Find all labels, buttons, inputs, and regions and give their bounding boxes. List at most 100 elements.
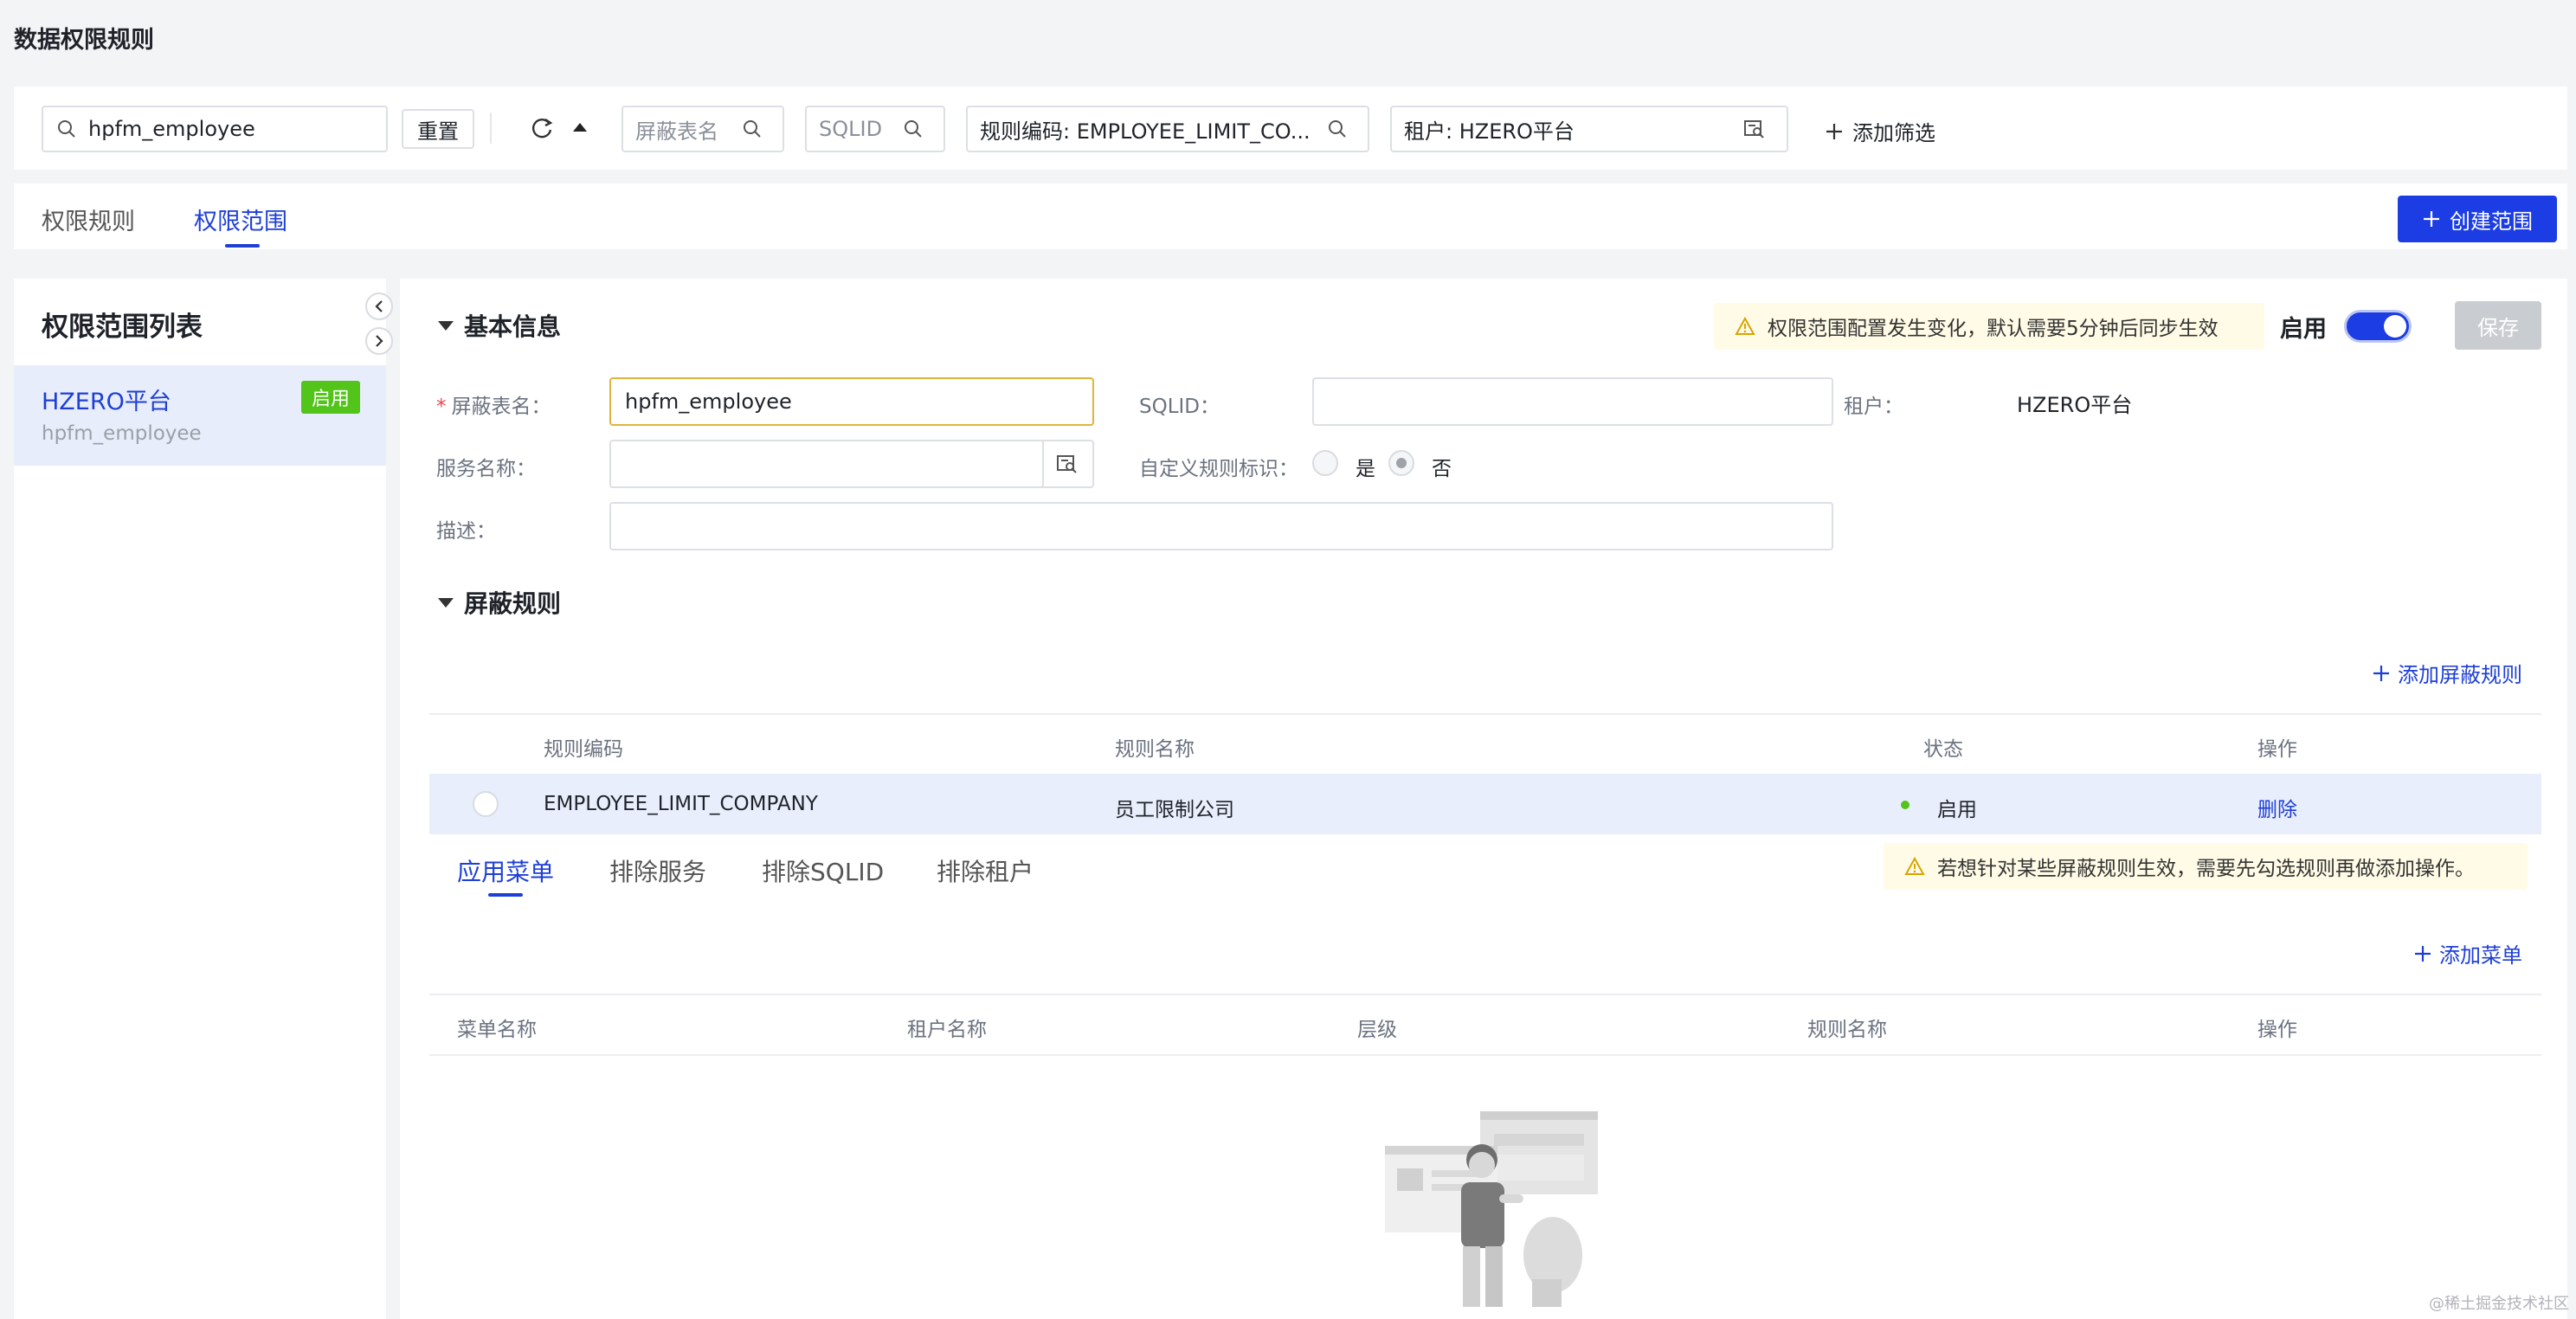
add-mask-rule-button[interactable]: 添加屏蔽规则 <box>2372 658 2522 688</box>
search-input[interactable]: hpfm_employee <box>42 106 388 152</box>
create-scope-label: 创建范围 <box>2450 209 2533 234</box>
add-filter-button[interactable]: 添加筛选 <box>1825 116 1935 146</box>
collapse-up-icon[interactable] <box>571 119 589 133</box>
active-subtab-indicator <box>488 893 523 897</box>
config-warning-text: 权限范围配置发生变化，默认需要5分钟后同步生效 <box>1768 318 2219 340</box>
radio-yes-label: 是 <box>1356 458 1375 480</box>
column-header-action: 操作 <box>2257 1019 2297 1041</box>
search-icon <box>743 119 762 138</box>
chevron-right-icon <box>373 334 385 348</box>
scope-list-title: 权限范围列表 <box>42 312 203 343</box>
rule-code-filter-value: 规则编码: EMPLOYEE_LIMIT_CO... <box>980 119 1311 144</box>
sqlid-input[interactable] <box>1312 377 1833 426</box>
enable-label: 启用 <box>2280 316 2327 343</box>
description-label: 描述： <box>436 520 496 543</box>
custom-rule-label: 自定义规则标识： <box>1139 458 1298 480</box>
tenant-value: HZERO平台 <box>2017 393 2133 417</box>
status-dot <box>1901 801 1909 809</box>
config-warning: 权限范围配置发生变化，默认需要5分钟后同步生效 <box>1714 303 2264 350</box>
subtab-exclude-sqlid[interactable]: 排除SQLID <box>762 853 884 888</box>
save-button[interactable]: 保存 <box>2455 301 2541 350</box>
plus-icon <box>1825 122 1844 141</box>
delete-link[interactable]: 删除 <box>2257 793 2297 822</box>
search-icon <box>57 119 76 138</box>
description-input[interactable] <box>609 502 1833 550</box>
rule-code-filter[interactable]: 规则编码: EMPLOYEE_LIMIT_CO... <box>966 106 1369 152</box>
row-select-radio[interactable] <box>473 791 499 817</box>
divider <box>429 1054 2541 1056</box>
tenant-filter-value: 租户: HZERO平台 <box>1404 119 1575 144</box>
table-name-label: * 屏蔽表名： <box>436 396 551 418</box>
subtab-exclude-service[interactable]: 排除服务 <box>609 853 706 888</box>
empty-state-illustration <box>1385 1111 1598 1307</box>
column-header-rule-name: 规则名称 <box>1115 738 1195 761</box>
divider <box>429 713 2541 715</box>
plus-icon <box>2413 944 2432 963</box>
refresh-icon[interactable] <box>530 116 554 140</box>
add-mask-rule-label: 添加屏蔽规则 <box>2398 663 2522 687</box>
table-name-filter-placeholder: 屏蔽表名 <box>635 119 718 144</box>
warning-icon <box>1904 857 1925 876</box>
scope-detail-panel: 基本信息 权限范围配置发生变化，默认需要5分钟后同步生效 启用 保存 * 屏蔽表名… <box>400 279 2567 1319</box>
tab-permission-rules[interactable]: 权限规则 <box>42 203 135 236</box>
scope-list-panel: 权限范围列表 HZERO平台 hpfm_employee 启用 <box>14 279 386 1319</box>
basic-info-title: 基本信息 <box>464 312 562 341</box>
plus-icon <box>2422 209 2441 228</box>
mask-rules-header[interactable]: 屏蔽规则 <box>438 585 561 620</box>
tab-permission-scope[interactable]: 权限范围 <box>194 203 287 236</box>
filter-bar: hpfm_employee 重置 屏蔽表名 SQLID 规则编码: EMPLOY… <box>14 87 2567 170</box>
search-icon <box>904 119 923 138</box>
rule-name-cell: 员工限制公司 <box>1115 799 1234 821</box>
chevron-left-icon <box>373 299 385 313</box>
caret-down-icon <box>438 597 454 608</box>
scope-item-sub: hpfm_employee <box>42 422 202 445</box>
basic-info-header[interactable]: 基本信息 <box>438 308 561 343</box>
expand-right-button[interactable] <box>365 327 393 355</box>
column-header-tenant-name: 租户名称 <box>907 1019 987 1041</box>
status-badge: 启用 <box>301 381 360 414</box>
active-tab-indicator <box>225 244 260 248</box>
scope-list-item[interactable]: HZERO平台 hpfm_employee 启用 <box>14 365 386 466</box>
sqlid-filter-placeholder: SQLID <box>819 117 883 141</box>
radio-no[interactable] <box>1388 450 1414 476</box>
reset-button[interactable]: 重置 <box>402 109 474 149</box>
tabs-bar: 权限规则 权限范围 创建范围 <box>14 183 2567 249</box>
lookup-icon <box>1056 454 1079 474</box>
caret-down-icon <box>438 320 454 331</box>
service-name-input[interactable] <box>609 440 1044 488</box>
tenant-filter[interactable]: 租户: HZERO平台 <box>1390 106 1788 152</box>
sqlid-label: SQLID： <box>1139 396 1220 418</box>
search-input-value: hpfm_employee <box>88 117 255 141</box>
divider <box>490 113 492 144</box>
add-filter-label: 添加筛选 <box>1852 121 1935 145</box>
collapse-left-button[interactable] <box>365 293 393 320</box>
watermark: @稀土掘金技术社区 <box>2429 1295 2569 1313</box>
scope-item-name: HZERO平台 <box>42 389 171 415</box>
status-cell: 启用 <box>1937 799 1977 821</box>
column-header-status: 状态 <box>1923 738 1963 761</box>
enable-switch[interactable] <box>2344 310 2412 343</box>
mask-rules-title: 屏蔽规则 <box>464 589 562 618</box>
plus-icon <box>2372 664 2391 683</box>
table-name-input-value: hpfm_employee <box>625 389 792 414</box>
add-menu-button[interactable]: 添加菜单 <box>2413 938 2522 968</box>
table-row[interactable]: EMPLOYEE_LIMIT_COMPANY 员工限制公司 启用 删除 <box>429 774 2541 834</box>
column-header-action: 操作 <box>2257 738 2297 761</box>
radio-yes[interactable] <box>1312 450 1338 476</box>
page-title: 数据权限规则 <box>14 27 154 54</box>
select-rule-warning-text: 若想针对某些屏蔽规则生效，需要先勾选规则再做添加操作。 <box>1937 858 2475 880</box>
radio-no-label: 否 <box>1432 458 1452 480</box>
divider <box>429 994 2541 995</box>
create-scope-button[interactable]: 创建范围 <box>2398 196 2557 242</box>
rule-code-cell: EMPLOYEE_LIMIT_COMPANY <box>544 793 818 815</box>
column-header-level: 层级 <box>1357 1019 1397 1041</box>
service-lookup-button[interactable] <box>1042 440 1094 488</box>
subtab-exclude-tenant[interactable]: 排除租户 <box>937 853 1034 888</box>
add-menu-label: 添加菜单 <box>2439 943 2522 968</box>
table-name-filter[interactable]: 屏蔽表名 <box>621 106 784 152</box>
table-name-input[interactable]: hpfm_employee <box>609 377 1094 426</box>
sqlid-filter[interactable]: SQLID <box>805 106 945 152</box>
lookup-icon[interactable] <box>1743 119 1766 139</box>
subtab-app-menu[interactable]: 应用菜单 <box>457 853 554 888</box>
column-header-rule-name: 规则名称 <box>1807 1019 1887 1041</box>
